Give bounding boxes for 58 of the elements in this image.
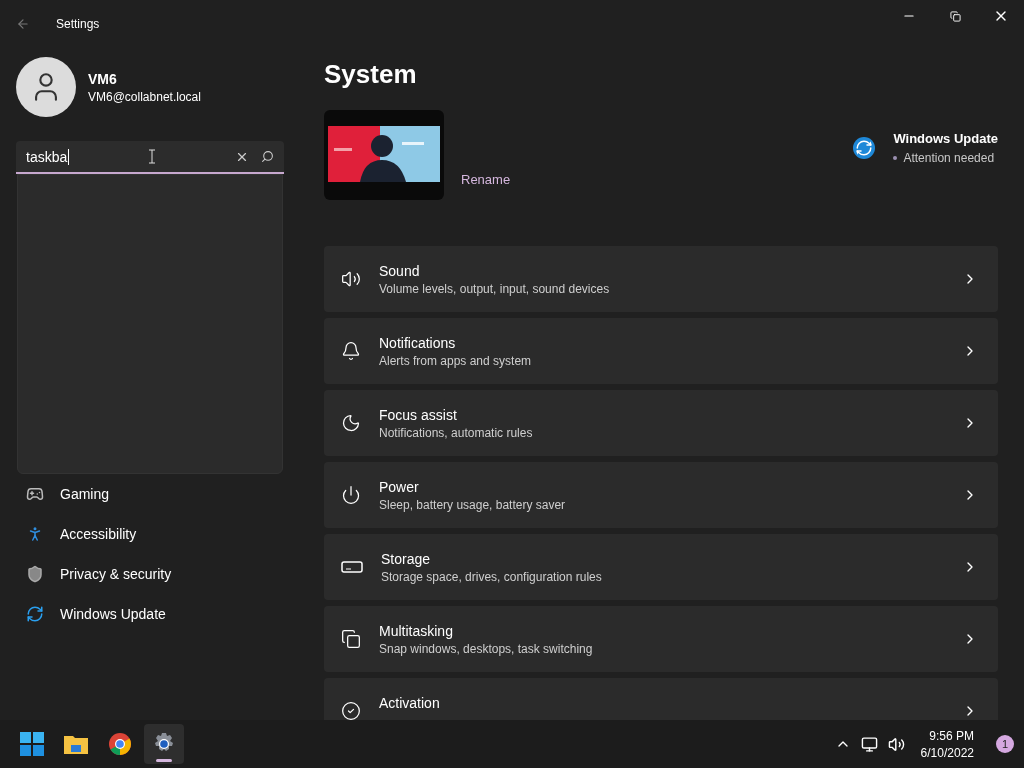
drive-icon <box>341 561 363 573</box>
windows-logo-icon <box>20 732 44 756</box>
card-subtitle: Volume levels, output, input, sound devices <box>379 281 611 296</box>
nav-item[interactable]: Accessibility <box>16 514 284 554</box>
clock-time: 9:56 PM <box>929 728 974 743</box>
search-icon[interactable] <box>261 150 274 163</box>
card-subtitle: Snap windows, desktops, task switching <box>379 641 594 656</box>
nav-item[interactable]: Windows Update <box>16 594 284 634</box>
card-title: Focus assist <box>379 406 458 423</box>
card-subtitle: Notifications, automatic rules <box>379 425 534 440</box>
card-icon <box>341 413 361 433</box>
browser-logo-icon <box>108 732 132 756</box>
settings-card[interactable]: Notifications Alerts from apps and system <box>324 318 998 384</box>
folder-icon <box>63 733 89 755</box>
rename-link[interactable]: Rename <box>461 172 511 187</box>
nav-item[interactable]: Privacy & security <box>16 554 284 594</box>
avatar <box>16 57 76 117</box>
active-indicator <box>156 759 172 762</box>
network-icon[interactable] <box>860 735 878 753</box>
card-title: Notifications <box>379 334 457 351</box>
notification-badge[interactable]: 1 <box>996 735 1014 753</box>
card-subtitle: Storage space, drives, configuration rules <box>381 569 603 584</box>
search-field[interactable]: taskba <box>16 141 284 174</box>
shield-icon <box>26 565 44 583</box>
account-email: VM6@collabnet.local <box>88 89 201 104</box>
card-icon <box>341 629 361 649</box>
card-title: Storage <box>381 550 432 567</box>
settings-card[interactable]: Multitasking Snap windows, desktops, task switching <box>324 606 998 672</box>
update-status: Attention needed <box>893 150 998 165</box>
account-name: VM6 <box>88 70 118 87</box>
card-subtitle: Alerts from apps and system <box>379 353 533 368</box>
settings-card[interactable]: Focus assist Notifications, automatic rules <box>324 390 998 456</box>
update-icon <box>853 136 876 159</box>
card-title: Power <box>379 478 420 495</box>
card-icon <box>341 341 361 361</box>
text-cursor-icon <box>148 149 157 164</box>
gamepad-icon <box>26 485 44 503</box>
update-title: Windows Update <box>893 130 998 146</box>
card-title: Multitasking <box>379 622 454 639</box>
settings-card[interactable]: Activation <box>324 678 998 720</box>
card-title: Sound <box>379 262 421 279</box>
card-icon <box>341 485 361 505</box>
settings-card[interactable]: Power Sleep, battery usage, battery saver <box>324 462 998 528</box>
back-icon[interactable] <box>16 17 30 31</box>
clock-date: 6/10/2022 <box>920 745 974 760</box>
volume-icon[interactable] <box>887 735 905 753</box>
card-subtitle: Sleep, battery usage, battery saver <box>379 497 567 512</box>
card-icon <box>341 701 361 720</box>
taskbar-app[interactable] <box>144 724 184 764</box>
nav-item[interactable]: Gaming <box>16 474 284 514</box>
refresh-icon <box>26 605 44 623</box>
card-title: Activation <box>379 694 441 711</box>
page-title: System <box>324 59 418 90</box>
settings-card[interactable]: Storage Storage space, drives, configuration rules <box>324 534 998 600</box>
window-title: Settings <box>56 17 100 31</box>
restore-icon <box>949 10 961 22</box>
card-icon <box>341 269 361 289</box>
settings-card[interactable]: Sound Volume levels, output, input, sound devices <box>324 246 998 312</box>
